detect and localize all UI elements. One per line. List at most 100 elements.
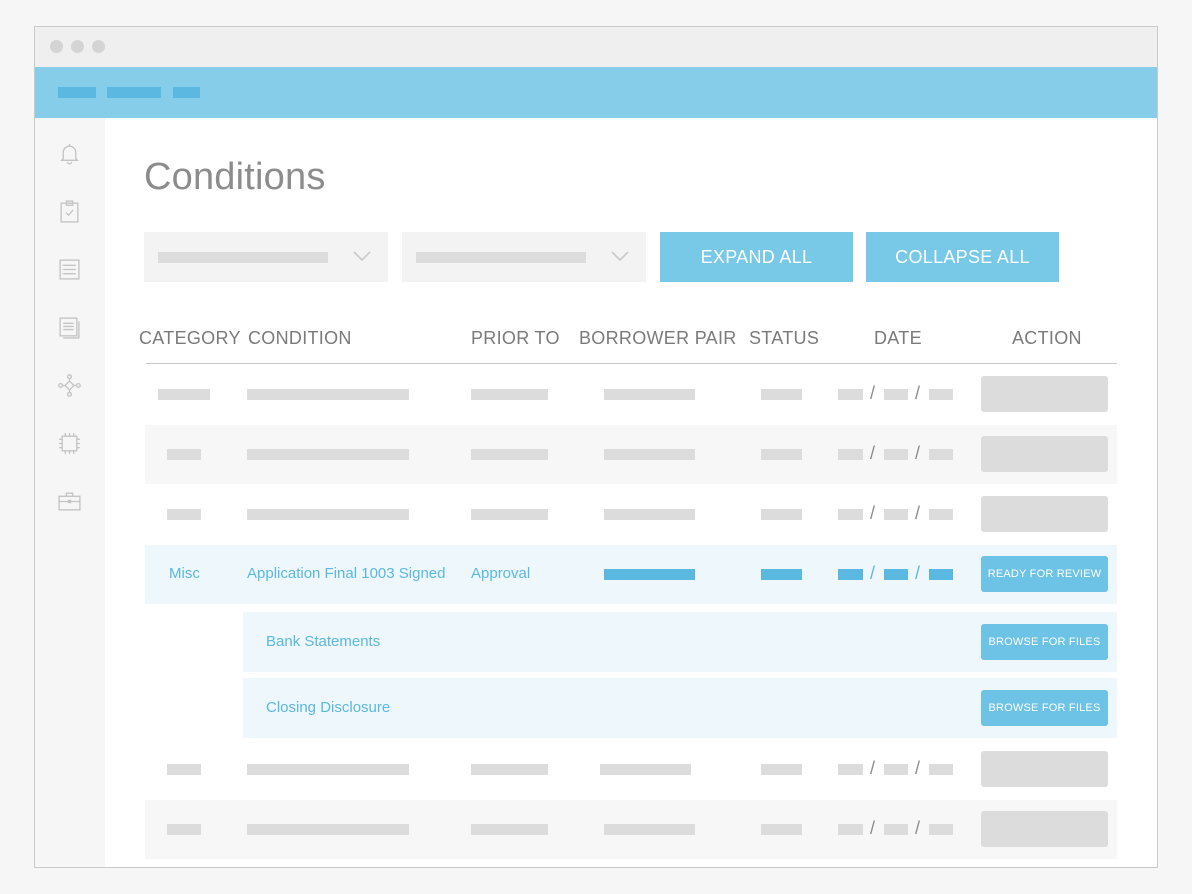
column-header-prior-to[interactable]: PRIOR TO — [471, 328, 560, 349]
prior-to-cell: Approval — [471, 565, 531, 582]
condition-placeholder — [247, 449, 409, 460]
clipboard-check-icon[interactable] — [57, 199, 82, 224]
sub-row: Bank Statements BROWSE FOR FILES — [243, 612, 1117, 672]
status-placeholder — [761, 509, 802, 520]
table-row[interactable]: / / — [145, 740, 1117, 799]
table-header: CATEGORY CONDITION PRIOR TO BORROWER PAI… — [105, 328, 1157, 354]
browse-for-files-button[interactable]: BROWSE FOR FILES — [981, 690, 1108, 726]
date-month-placeholder — [838, 449, 863, 460]
date-month-placeholder — [838, 764, 863, 775]
prior-to-placeholder — [471, 764, 548, 775]
category-placeholder — [167, 449, 201, 460]
browser-window: Conditions EXPAND ALL COLLAPSE ALL CATEG… — [34, 26, 1158, 868]
column-header-date[interactable]: DATE — [874, 328, 922, 349]
filter-dropdown-1[interactable] — [144, 232, 388, 282]
date-year-placeholder — [929, 569, 953, 580]
status-placeholder — [761, 764, 802, 775]
column-header-action[interactable]: ACTION — [1012, 328, 1082, 349]
date-separator: / — [870, 503, 876, 523]
chevron-down-icon — [352, 248, 372, 264]
collapse-all-button[interactable]: COLLAPSE ALL — [866, 232, 1059, 282]
status-placeholder — [761, 569, 802, 580]
date-year-placeholder — [929, 764, 953, 775]
category-cell: Misc — [169, 565, 200, 582]
condition-placeholder — [247, 389, 409, 400]
date-separator: / — [870, 443, 876, 463]
table-row-expanded[interactable]: Misc Application Final 1003 Signed Appro… — [145, 545, 1117, 604]
prior-to-placeholder — [471, 509, 548, 520]
date-day-placeholder — [884, 824, 908, 835]
date-separator: / — [870, 563, 876, 583]
chip-icon[interactable] — [57, 431, 82, 456]
borrower-pair-placeholder — [604, 824, 695, 835]
date-year-placeholder — [929, 389, 953, 400]
window-close-dot[interactable] — [50, 40, 63, 53]
action-button-placeholder[interactable] — [981, 376, 1108, 412]
table-row[interactable]: / / — [145, 485, 1117, 544]
column-header-status[interactable]: STATUS — [749, 328, 819, 349]
sub-row-label: Closing Disclosure — [266, 699, 391, 716]
expand-all-button[interactable]: EXPAND ALL — [660, 232, 853, 282]
column-header-condition[interactable]: CONDITION — [248, 328, 352, 349]
sub-row: Closing Disclosure BROWSE FOR FILES — [243, 678, 1117, 738]
window-minimize-dot[interactable] — [71, 40, 84, 53]
table-row[interactable]: / / — [145, 425, 1117, 484]
window-maximize-dot[interactable] — [92, 40, 105, 53]
category-placeholder — [167, 764, 201, 775]
borrower-pair-placeholder — [604, 449, 695, 460]
date-separator: / — [915, 503, 921, 523]
bell-icon[interactable] — [57, 141, 82, 166]
date-separator: / — [915, 563, 921, 583]
condition-placeholder — [247, 764, 409, 775]
browse-for-files-button[interactable]: BROWSE FOR FILES — [981, 624, 1108, 660]
stacked-documents-icon[interactable] — [57, 315, 82, 340]
category-placeholder — [167, 824, 201, 835]
sidebar — [35, 118, 105, 867]
list-document-icon[interactable] — [57, 257, 82, 282]
nav-item-placeholder[interactable] — [107, 87, 161, 98]
date-separator: / — [915, 383, 921, 403]
action-button-placeholder[interactable] — [981, 436, 1108, 472]
prior-to-placeholder — [471, 389, 548, 400]
condition-placeholder — [247, 509, 409, 520]
network-hub-icon[interactable] — [57, 373, 82, 398]
condition-placeholder — [247, 824, 409, 835]
prior-to-placeholder — [471, 824, 548, 835]
dropdown-value-placeholder — [158, 252, 328, 263]
date-year-placeholder — [929, 509, 953, 520]
action-button-placeholder[interactable] — [981, 496, 1108, 532]
status-placeholder — [761, 389, 802, 400]
date-separator: / — [915, 758, 921, 778]
date-day-placeholder — [884, 449, 908, 460]
nav-item-placeholder[interactable] — [58, 87, 96, 98]
table-row[interactable]: / / — [145, 365, 1117, 424]
date-day-placeholder — [884, 569, 908, 580]
ready-for-review-button[interactable]: READY FOR REVIEW — [981, 556, 1108, 592]
table-row[interactable]: / / — [145, 800, 1117, 859]
date-month-placeholder — [838, 389, 863, 400]
date-separator: / — [870, 383, 876, 403]
filter-dropdown-2[interactable] — [402, 232, 646, 282]
date-month-placeholder — [838, 509, 863, 520]
action-button-placeholder[interactable] — [981, 751, 1108, 787]
borrower-pair-placeholder — [604, 389, 695, 400]
action-button-placeholder[interactable] — [981, 811, 1108, 847]
borrower-pair-placeholder — [604, 569, 695, 580]
borrower-pair-placeholder — [604, 509, 695, 520]
date-year-placeholder — [929, 824, 953, 835]
nav-item-placeholder[interactable] — [173, 87, 200, 98]
column-header-category[interactable]: CATEGORY — [139, 328, 241, 349]
prior-to-placeholder — [471, 449, 548, 460]
date-month-placeholder — [838, 569, 863, 580]
date-year-placeholder — [929, 449, 953, 460]
column-header-borrower-pair[interactable]: BORROWER PAIR — [579, 328, 737, 349]
dropdown-value-placeholder — [416, 252, 586, 263]
date-month-placeholder — [838, 824, 863, 835]
category-placeholder — [167, 509, 201, 520]
category-placeholder — [158, 389, 210, 400]
chevron-down-icon — [610, 248, 630, 264]
date-separator: / — [915, 443, 921, 463]
borrower-pair-placeholder — [600, 764, 691, 775]
condition-cell: Application Final 1003 Signed — [247, 565, 446, 582]
briefcase-icon[interactable] — [57, 489, 82, 514]
